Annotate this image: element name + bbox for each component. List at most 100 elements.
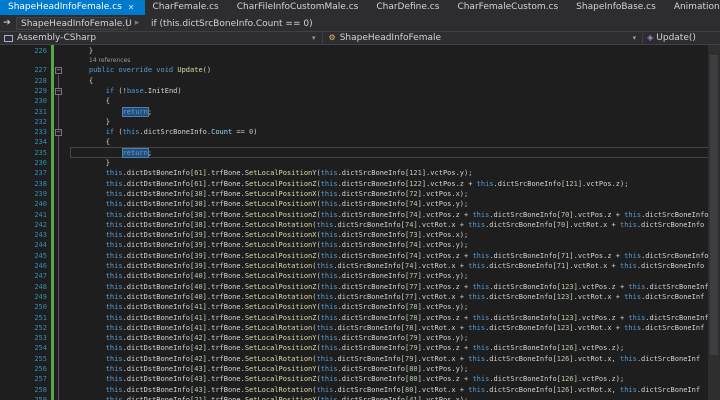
code-line: } — [72, 159, 110, 167]
class-icon: ⚙ — [328, 33, 336, 42]
line-number: 257 — [34, 375, 47, 384]
line-number: 231 — [34, 107, 47, 116]
navigation-bar: ➔ ShapeHeadInfoFemale.U ▸ if (this.dictS… — [0, 15, 720, 32]
line-number: 249 — [34, 292, 47, 301]
code-line: { — [72, 138, 110, 147]
line-number: 237 — [34, 169, 47, 178]
code-line: { — [72, 76, 94, 85]
type-dropdown[interactable]: ShapeHeadInfoFemale.U — [16, 16, 132, 30]
document-tab-bar: ShapeHeadInfoFemale.cs ✕ CharFemale.cs Char… — [0, 0, 720, 15]
collapse-icon[interactable]: − — [55, 129, 62, 137]
type-selector-dropdown[interactable]: ⚙ ShapeHeadInfoFemale ▾ — [323, 32, 643, 44]
code-line: { — [72, 97, 110, 106]
code-line: this.dictDstBoneInfo[39].trfBone.SetLoca… — [105, 262, 705, 270]
type-selector-label: ShapeHeadInfoFemale — [339, 33, 442, 43]
tab-shapeinfobase-cs[interactable]: ShapeInfoBase.cs — [568, 0, 666, 15]
tab-charfemalecustom-cs[interactable]: CharFemaleCustom.cs — [449, 0, 568, 15]
code-line: this.dictDstBoneInfo[39].trfBone.SetLoca… — [105, 231, 469, 240]
code-line: this.dictDstBoneInfo[43].trfBone.SetLoca… — [105, 385, 701, 394]
member-selector-dropdown[interactable]: ◈ Update() — [643, 32, 720, 44]
type-dropdown-label: ShapeHeadInfoFemale.U — [21, 18, 132, 29]
code-editor[interactable]: 226 } 227 public override void Update() −2… — [0, 45, 720, 400]
line-number: 233 — [34, 128, 47, 137]
tab-shapeheadinfofemale-cs[interactable]: ShapeHeadInfoFemale.cs ✕ — [0, 0, 145, 15]
line-number: 240 — [34, 200, 47, 209]
code-line: this.dictDstBoneInfo[42].trfBone.SetLoca… — [105, 344, 625, 353]
chevron-down-icon: ▾ — [632, 34, 637, 42]
line-number: 234 — [34, 138, 47, 147]
line-number: 255 — [34, 354, 47, 363]
code-line: this.dictDstBoneInfo[39].trfBone.SetLoca… — [105, 241, 469, 250]
method-icon: ◈ — [647, 33, 654, 42]
code-line: this.dictDstBoneInfo[43].trfBone.SetLoca… — [105, 365, 469, 373]
tab-label: ShapeInfoBase.cs — [576, 2, 656, 12]
line-number: 229 — [34, 86, 47, 95]
member-dropdown[interactable]: if (this.dictSrcBoneInfo.Count == 0) — [146, 16, 313, 30]
code-line: this.dictDstBoneInfo[39].trfBone.SetLoca… — [105, 251, 709, 260]
line-number: 247 — [34, 272, 47, 281]
line-number: 230 — [34, 97, 47, 106]
code-line: this.dictDstBoneInfo[38].trfBone.SetLoca… — [105, 220, 705, 229]
close-icon[interactable]: ✕ — [128, 0, 135, 15]
chevron-down-icon: ▾ — [312, 34, 316, 42]
fold-guide — [58, 75, 59, 400]
vertical-scrollbar[interactable] — [708, 45, 720, 400]
code-line: return; — [121, 147, 153, 158]
collapse-icon[interactable]: − — [55, 87, 62, 95]
tab-animationkeyinfo-cs[interactable]: AnimationKeyInfo.cs — [666, 0, 720, 15]
tab-label: CharFemaleCustom.cs — [457, 2, 559, 12]
project-context-bar: Assembly-CSharp ▾ ⚙ ShapeHeadInfoFemale … — [0, 32, 720, 45]
collapse-icon[interactable]: − — [55, 67, 62, 75]
current-line-highlight — [70, 147, 710, 159]
line-number: 228 — [34, 76, 47, 85]
csharp-project-icon — [4, 34, 13, 42]
member-dropdown-label: if (this.dictSrcBoneInfo.Count == 0) — [151, 18, 313, 29]
line-number: 254 — [34, 344, 47, 353]
line-number: 251 — [34, 313, 47, 322]
code-line: } — [72, 117, 110, 126]
line-number: 241 — [34, 210, 47, 219]
assembly-label: Assembly-CSharp — [17, 33, 97, 43]
tab-label: CharDefine.cs — [376, 2, 440, 12]
line-number: 236 — [34, 159, 47, 167]
code-line: this.dictDstBoneInfo[38].trfBone.SetLoca… — [105, 200, 469, 209]
tab-chardefine-cs[interactable]: CharDefine.cs — [368, 0, 449, 15]
code-line: this.dictDstBoneInfo[41].trfBone.SetLoca… — [105, 323, 705, 332]
code-line: this.dictDstBoneInfo[21].trfBone.SetLoca… — [105, 395, 469, 400]
line-number: 246 — [34, 262, 47, 270]
code-line: this.dictDstBoneInfo[41].trfBone.SetLoca… — [105, 313, 709, 322]
line-number: 250 — [34, 303, 47, 312]
line-number: 248 — [34, 282, 47, 291]
code-line: this.dictDstBoneInfo[38].trfBone.SetLoca… — [105, 189, 469, 198]
code-line: if (this.dictSrcBoneInfo.Count == 0) — [105, 128, 258, 137]
code-line: this.dictDstBoneInfo[41].trfBone.SetLoca… — [105, 303, 469, 312]
line-number: 238 — [34, 179, 47, 188]
tab-charfemale-cs[interactable]: CharFemale.cs — [145, 0, 229, 15]
line-number: 244 — [34, 241, 47, 250]
line-number: 245 — [34, 251, 47, 260]
line-number: 258 — [34, 385, 47, 394]
code-line: this.dictDstBoneInfo[42].trfBone.SetLoca… — [105, 354, 701, 363]
line-number: 252 — [34, 323, 47, 332]
back-arrow-icon[interactable]: ➔ — [0, 18, 14, 28]
line-number: 227 — [34, 66, 47, 75]
member-selector-label: Update() — [656, 33, 696, 43]
code-line: this.dictDstBoneInfo[42].trfBone.SetLoca… — [105, 334, 469, 343]
scrollbar-thumb[interactable] — [710, 55, 718, 355]
line-number: 235 — [34, 148, 47, 157]
code-line: this.dictDstBoneInfo[61].trfBone.SetLoca… — [105, 179, 629, 188]
tab-label: CharFileInfoCustomMale.cs — [236, 2, 359, 12]
references-codelens[interactable]: 14 references — [89, 57, 130, 64]
code-line: public override void Update() — [88, 66, 212, 75]
nav-forward-icon[interactable]: ▸ — [130, 18, 144, 28]
code-line: this.dictDstBoneInfo[40].trfBone.SetLoca… — [105, 292, 705, 301]
line-number: 242 — [34, 220, 47, 229]
line-number: 232 — [34, 117, 47, 126]
assembly-dropdown[interactable]: Assembly-CSharp ▾ — [0, 32, 322, 44]
tab-charfileinfocustommale-cs[interactable]: CharFileInfoCustomMale.cs — [229, 0, 369, 15]
code-line: if (!base.InitEnd) — [105, 86, 182, 95]
line-number: 243 — [34, 231, 47, 240]
tab-label: ShapeHeadInfoFemale.cs — [8, 2, 122, 12]
line-number: 226 — [34, 47, 47, 55]
tab-label: CharFemale.cs — [152, 2, 219, 12]
